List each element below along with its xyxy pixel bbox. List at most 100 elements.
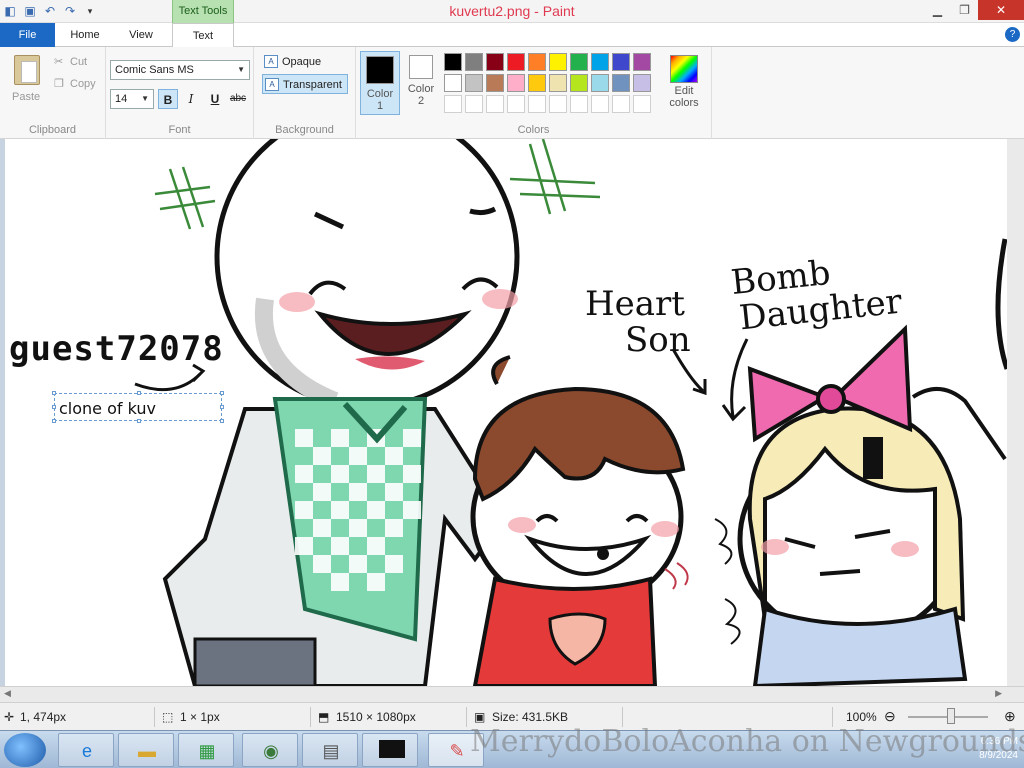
palette-swatch[interactable] (528, 74, 546, 92)
transparent-option[interactable]: A Transparent (262, 74, 348, 94)
palette-swatch[interactable] (591, 74, 609, 92)
strikethrough-button[interactable]: abc (228, 89, 248, 109)
palette-swatch[interactable] (507, 74, 525, 92)
customize-qat-icon[interactable]: ▾ (82, 3, 98, 19)
cut-button[interactable]: Cut (70, 56, 87, 68)
taskbar-chrome[interactable]: ◉ (242, 733, 298, 767)
palette-swatch[interactable] (612, 53, 630, 71)
paint-app-icon[interactable]: ◧ (2, 3, 18, 19)
tab-view[interactable]: View (114, 23, 168, 47)
ribbon-tabs: File Home View Text ? (0, 23, 1024, 48)
text-box-content[interactable]: clone of kuv (59, 399, 156, 418)
zoom-out-button[interactable]: ⊖ (884, 708, 896, 725)
taskbar-command-prompt[interactable] (362, 733, 418, 767)
palette-custom-slot[interactable] (444, 95, 462, 113)
edit-colors-button[interactable]: Edit colors (666, 55, 702, 109)
palette-swatch[interactable] (486, 53, 504, 71)
palette-custom-slot[interactable] (612, 95, 630, 113)
drawing-canvas[interactable]: guest72078 Heart Son Bomb Daughter clone… (5, 139, 1007, 686)
palette-swatch[interactable] (633, 53, 651, 71)
resize-handle[interactable] (52, 405, 56, 409)
sparkle-right (509, 139, 601, 215)
palette-custom-slot[interactable] (591, 95, 609, 113)
close-button[interactable]: ✕ (978, 0, 1024, 20)
window-title: kuvertu2.png - Paint (449, 3, 575, 19)
resize-handle[interactable] (52, 419, 56, 423)
resize-handle[interactable] (52, 391, 56, 395)
palette-swatch[interactable] (465, 74, 483, 92)
background-group-label: Background (275, 124, 334, 136)
zoom-in-button[interactable]: ⊕ (1004, 708, 1016, 725)
opaque-option[interactable]: A Opaque (262, 52, 321, 72)
image-dimensions-icon: ⬒ (318, 710, 330, 724)
color-2-button[interactable]: Color 2 (403, 51, 439, 115)
paste-button[interactable]: Paste (12, 91, 40, 103)
copy-button[interactable]: Copy (70, 78, 96, 90)
folder-icon: ▬ (138, 741, 156, 761)
bold-button[interactable]: B (158, 89, 178, 109)
palette-swatch[interactable] (570, 53, 588, 71)
chevron-down-icon: ▼ (141, 94, 149, 103)
tab-home[interactable]: Home (58, 23, 112, 47)
undo-icon[interactable]: ↶ (42, 3, 58, 19)
palette-swatch[interactable] (444, 53, 462, 71)
resize-handle[interactable] (220, 391, 224, 395)
chevron-down-icon: ▼ (237, 65, 245, 74)
tab-file[interactable]: File (0, 23, 55, 47)
image-dimensions: 1510 × 1080px (336, 710, 416, 724)
scroll-right-icon[interactable]: ▶ (995, 688, 1002, 699)
redo-icon[interactable]: ↷ (62, 3, 78, 19)
palette-swatch[interactable] (507, 53, 525, 71)
taskbar-file-explorer[interactable]: ▬ (118, 733, 174, 767)
minimize-button[interactable]: ▁ (924, 0, 951, 20)
palette-swatch[interactable] (549, 53, 567, 71)
taskbar-store[interactable]: ▦ (178, 733, 234, 767)
restore-button[interactable]: ❐ (951, 0, 978, 20)
font-size-select[interactable]: 14 ▼ (110, 89, 154, 109)
palette-custom-slot[interactable] (570, 95, 588, 113)
palette-custom-slot[interactable] (528, 95, 546, 113)
palette-custom-slot[interactable] (486, 95, 504, 113)
canvas-area: guest72078 Heart Son Bomb Daughter clone… (0, 139, 1024, 686)
resize-handle[interactable] (220, 405, 224, 409)
taskbar-internet-explorer[interactable]: e (58, 733, 114, 767)
palette-swatch[interactable] (528, 53, 546, 71)
underline-button[interactable]: U (205, 89, 225, 109)
zoom-slider-thumb[interactable] (947, 708, 955, 724)
palette-swatch[interactable] (486, 74, 504, 92)
tab-text[interactable]: Text (172, 23, 234, 48)
palette-swatch[interactable] (633, 74, 651, 92)
palette-swatch[interactable] (549, 74, 567, 92)
palette-swatch[interactable] (444, 74, 462, 92)
taskbar-window[interactable]: ▤ (302, 733, 358, 767)
palette-swatch[interactable] (465, 53, 483, 71)
horizontal-scrollbar[interactable]: ◀ ▶ (0, 686, 1024, 702)
italic-button[interactable]: I (181, 89, 201, 109)
text-selection-box[interactable]: clone of kuv (52, 391, 224, 423)
scroll-left-icon[interactable]: ◀ (4, 688, 11, 699)
copy-icon: ❐ (54, 78, 64, 90)
paint-icon: ✎ (449, 741, 465, 761)
username-text: guest72078 (9, 329, 224, 369)
start-button[interactable] (4, 733, 46, 767)
save-icon[interactable]: ▣ (22, 3, 38, 19)
taskbar-paint[interactable]: ✎ (428, 733, 484, 767)
color-1-button[interactable]: Color 1 (360, 51, 400, 115)
vertical-scrollbar[interactable] (1007, 139, 1024, 686)
font-family-select[interactable]: Comic Sans MS ▼ (110, 60, 250, 80)
palette-custom-slot[interactable] (633, 95, 651, 113)
resize-handle[interactable] (220, 419, 224, 423)
paste-icon[interactable] (14, 55, 40, 85)
palette-swatch[interactable] (612, 74, 630, 92)
palette-custom-slot[interactable] (507, 95, 525, 113)
palette-swatch[interactable] (570, 74, 588, 92)
font-size-value: 14 (115, 93, 128, 105)
palette-custom-slot[interactable] (465, 95, 483, 113)
help-icon[interactable]: ? (1005, 27, 1020, 42)
resize-handle[interactable] (137, 419, 141, 423)
resize-handle[interactable] (137, 391, 141, 395)
palette-swatch[interactable] (591, 53, 609, 71)
palette-custom-slot[interactable] (549, 95, 567, 113)
system-tray: 6:36 PM 8/9/2024 (979, 735, 1018, 763)
cursor-position-icon: ✛ (4, 710, 15, 724)
